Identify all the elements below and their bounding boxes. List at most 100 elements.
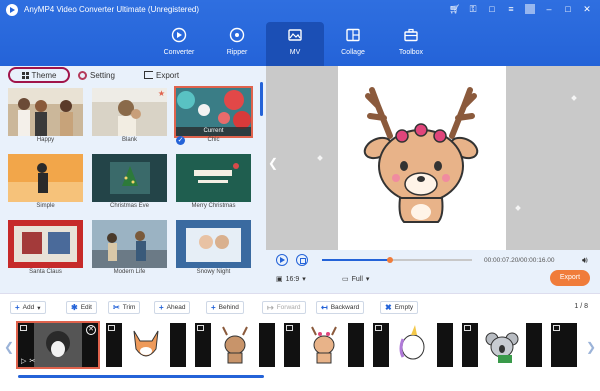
image-icon [464, 325, 471, 331]
add-button[interactable]: + Add ▾ [10, 301, 46, 314]
chat-icon[interactable]: □ [487, 4, 497, 14]
timeline-clip[interactable] [551, 323, 577, 367]
export-button[interactable]: Export [550, 270, 590, 286]
backward-icon: ↤ [321, 303, 328, 312]
tab-export[interactable]: Export [144, 68, 179, 82]
theme-happy[interactable]: Happy [8, 88, 83, 146]
preview-canvas [338, 66, 506, 250]
theme-panel: Theme Setting Export Happy ★ Blank Curre… [0, 66, 266, 293]
cut-icon[interactable]: ✂ [29, 357, 35, 365]
tab-theme[interactable]: Theme [8, 67, 70, 83]
cart-icon[interactable]: 🛒︎ [449, 4, 460, 14]
edit-button[interactable]: ✱ Edit [66, 301, 97, 314]
minimize-icon[interactable]: – [544, 4, 554, 14]
tab-converter[interactable]: Converter [150, 22, 208, 66]
image-icon [20, 325, 27, 331]
theme-thumbnail [176, 154, 251, 202]
tab-label: MV [289, 49, 301, 56]
tab-setting-label: Setting [90, 70, 115, 80]
theme-label: Happy [36, 137, 55, 143]
window-controls: 🛒︎ ⚿ □ ≡ – □ ✕ [449, 4, 592, 14]
theme-thumbnail [8, 88, 83, 136]
chevron-left-icon[interactable]: ❮ [4, 340, 14, 354]
converter-icon [171, 27, 187, 43]
tab-label: Ripper [226, 49, 248, 56]
theme-merry-christmas[interactable]: Merry Christmas [176, 154, 251, 212]
theme-blank[interactable]: ★ Blank [92, 88, 167, 146]
chevron-down-icon: ▾ [302, 276, 306, 283]
preview-area: ❮ [266, 66, 600, 250]
maximize-icon[interactable]: □ [563, 4, 573, 14]
timeline-clip[interactable] [106, 323, 186, 367]
theme-label: Merry Christmas [191, 203, 236, 209]
clip-thumbnail [478, 323, 526, 367]
tab-toolbox[interactable]: Toolbox [382, 22, 440, 66]
stop-button[interactable] [296, 254, 308, 266]
ahead-button[interactable]: + Ahead [154, 301, 191, 314]
chevron-down-icon: ▾ [365, 276, 370, 283]
chevron-down-icon: ▾ [37, 304, 41, 312]
sparkle-icon [571, 95, 577, 101]
progress-handle[interactable] [386, 257, 393, 263]
trim-button[interactable]: ✂ Trim [108, 301, 141, 314]
theme-snowy-night[interactable]: Snowy Night [176, 220, 251, 278]
plus-icon: + [159, 303, 164, 312]
view-select[interactable]: ▭ Full ▾ [342, 275, 370, 284]
timeline-scrollbar[interactable] [18, 375, 264, 378]
empty-label: Empty [394, 304, 414, 311]
theme-chic[interactable]: Current ✓ Chic [174, 86, 253, 146]
close-icon[interactable]: ✕ [86, 325, 96, 335]
timeline-clip[interactable] [462, 323, 542, 367]
edit-label: Edit [80, 304, 92, 311]
toolbox-icon [404, 28, 418, 42]
sparkle-icon [317, 155, 323, 161]
volume-icon[interactable]: 🔊︎ [582, 255, 588, 266]
tab-mv[interactable]: MV [266, 22, 324, 66]
progress-bar[interactable] [322, 257, 472, 263]
clip-thumbnail [300, 323, 348, 367]
image-icon [286, 325, 293, 331]
chevron-left-icon[interactable]: ❮ [268, 156, 278, 170]
timeline-clip[interactable]: ✕ ▷ ✂ [16, 321, 100, 369]
trim-label: Trim [122, 304, 136, 311]
theme-label: Modern Life [113, 269, 146, 275]
tab-theme-label: Theme [31, 70, 57, 80]
backward-label: Backward [330, 304, 360, 311]
clip-thumbnail [122, 323, 170, 367]
theme-thumbnail [176, 220, 251, 268]
tab-ripper[interactable]: Ripper [208, 22, 266, 66]
aspect-icon: ▣ [276, 276, 283, 283]
key-icon[interactable]: ⚿ [468, 4, 478, 14]
theme-thumbnail [8, 220, 83, 268]
forward-button[interactable]: ↦ Forward [262, 301, 306, 314]
behind-label: Behind [218, 304, 239, 311]
scissors-icon: ✂ [113, 303, 120, 312]
behind-button[interactable]: + Behind [206, 301, 244, 314]
theme-thumbnail [92, 220, 167, 268]
aspect-select[interactable]: ▣ 16:9 ▾ [276, 275, 306, 284]
theme-simple[interactable]: Simple [8, 154, 83, 212]
timeline-clip[interactable] [195, 323, 275, 367]
play-icon[interactable]: ▷ [21, 357, 26, 365]
tab-label: Toolbox [398, 49, 424, 56]
image-icon [108, 325, 115, 331]
ripper-icon [229, 27, 245, 43]
time-display: 00:00:07.20/00:00:16.00 [484, 257, 555, 264]
backward-button[interactable]: ↤ Backward [316, 301, 365, 314]
forward-icon: ↦ [267, 303, 274, 312]
menu-icon[interactable]: ≡ [506, 4, 516, 14]
timeline-clip[interactable] [373, 323, 453, 367]
tab-label: Converter [163, 49, 195, 56]
theme-christmas-eve[interactable]: Christmas Eve [92, 154, 167, 212]
play-button[interactable] [276, 254, 288, 266]
clip-thumbnail [34, 323, 82, 367]
theme-modern-life[interactable]: Modern Life [92, 220, 167, 278]
theme-scrollbar[interactable] [260, 82, 263, 116]
tab-collage[interactable]: Collage [324, 22, 382, 66]
close-icon[interactable]: ✕ [582, 4, 592, 14]
empty-button[interactable]: ✖ Empty [380, 301, 419, 314]
tab-setting[interactable]: Setting [78, 68, 115, 82]
chevron-right-icon[interactable]: ❯ [586, 340, 596, 354]
timeline-clip[interactable] [284, 323, 364, 367]
theme-santa-claus[interactable]: Santa Claus [8, 220, 83, 278]
